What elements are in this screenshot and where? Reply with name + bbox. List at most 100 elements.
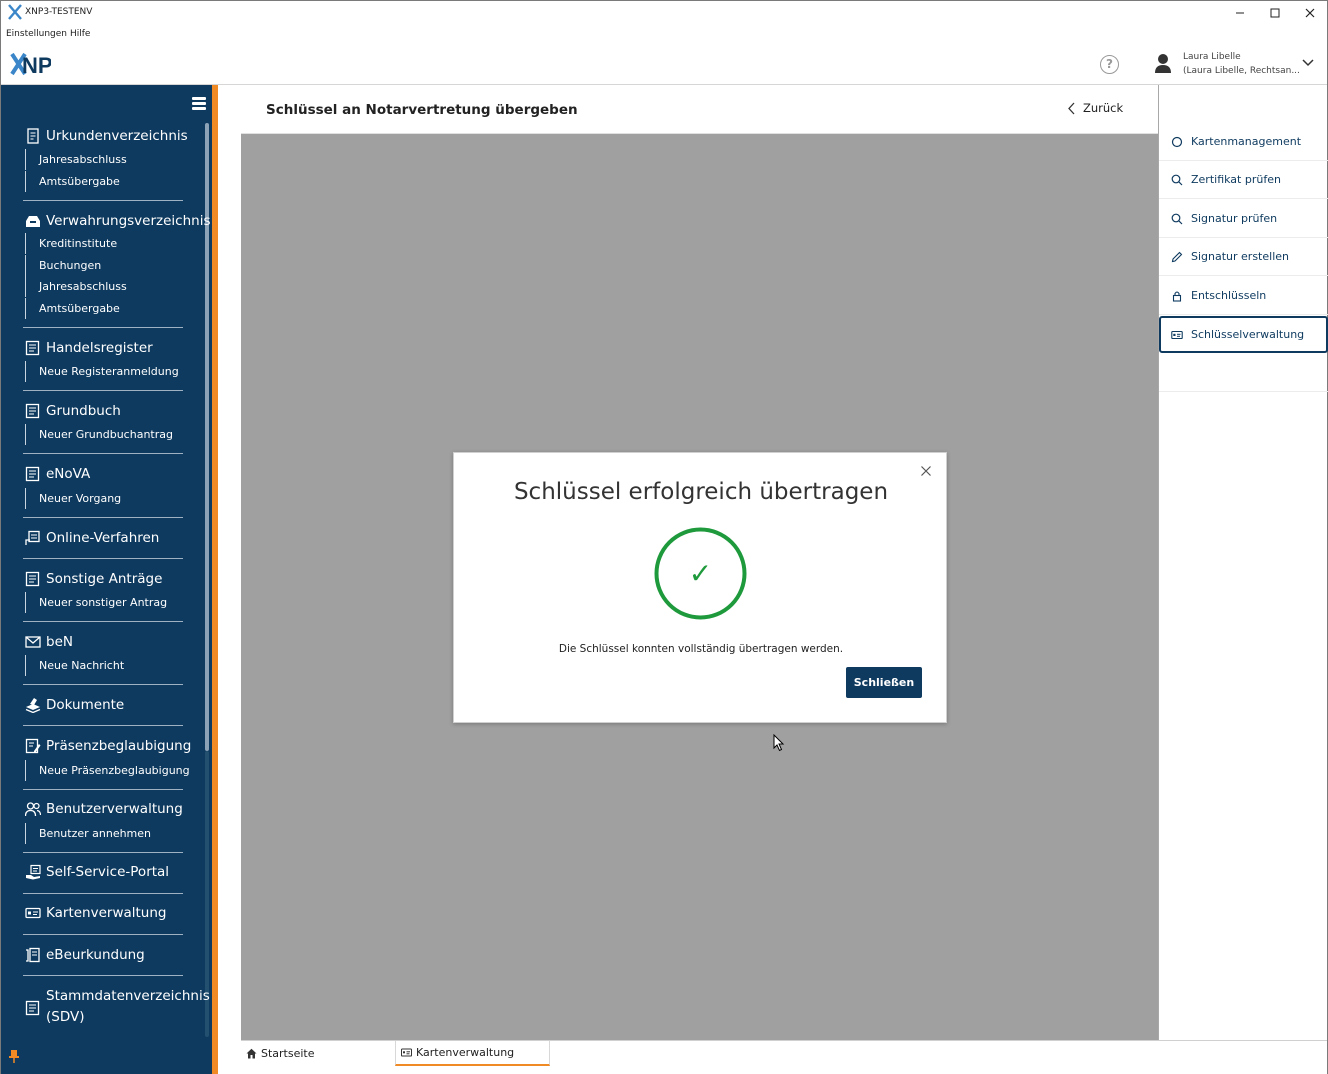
sidebar-divider	[23, 684, 183, 685]
user-name[interactable]: Laura Libelle	[1183, 52, 1241, 62]
back-button[interactable]: Zurück	[1067, 101, 1123, 115]
sidebar-item-label-line2[interactable]: (SDV)	[46, 1009, 85, 1025]
action-schluesselverwaltung[interactable]: Schlüsselverwaltung	[1159, 316, 1328, 353]
sidebar-item-label: Handelsregister	[46, 340, 153, 356]
sidebar-item-urkundenverzeichnis[interactable]: Urkundenverzeichnis	[25, 126, 188, 146]
sidebar-item-verwahrungsverzeichnis[interactable]: Verwahrungsverzeichnis	[25, 211, 211, 231]
sidebar-item-praesenzbeglaubigung[interactable]: Präsenzbeglaubigung	[25, 736, 191, 756]
tab-kartenverwaltung[interactable]: Kartenverwaltung	[395, 1041, 550, 1066]
sidebar-item-self-service-portal[interactable]: Self-Service-Portal	[25, 862, 169, 882]
sidebar-divider	[23, 200, 183, 201]
window-title: XNP3-TESTENV	[25, 7, 93, 17]
sidebar-item-kartenverwaltung[interactable]: Kartenverwaltung	[25, 903, 166, 923]
sidebar-item-grundbuch[interactable]: Grundbuch	[25, 401, 121, 421]
check-glyph: ✓	[689, 557, 712, 590]
action-entschluesseln[interactable]: Entschlüsseln	[1159, 277, 1328, 315]
sidebar-item-label: Grundbuch	[46, 403, 121, 419]
action-signatur-pruefen[interactable]: Signatur prüfen	[1159, 200, 1328, 238]
action-label: Signatur erstellen	[1191, 250, 1289, 263]
menu-help[interactable]: Hilfe	[70, 29, 90, 39]
mouse-cursor-icon	[773, 734, 785, 752]
sidebar-item-ben[interactable]: beN	[25, 632, 73, 652]
sidebar-item-handelsregister[interactable]: Handelsregister	[25, 338, 153, 358]
edit-document-icon	[25, 738, 41, 754]
app-logo-icon	[8, 4, 22, 20]
sidebar-divider	[23, 327, 183, 328]
menu-settings[interactable]: Einstellungen	[6, 29, 67, 39]
sidebar-divider	[23, 517, 183, 518]
sidebar-subitem-neue-praesenzbeglaubigung[interactable]: Neue Präsenzbeglaubigung	[25, 760, 190, 781]
action-label: Zertifikat prüfen	[1191, 173, 1281, 186]
register-icon	[25, 571, 40, 587]
pen-icon	[1171, 251, 1183, 262]
register-icon	[25, 1000, 40, 1016]
sidebar-item-sonstige-antraege[interactable]: Sonstige Anträge	[25, 569, 162, 589]
sidebar-item-label[interactable]: Stammdatenverzeichnis	[46, 988, 210, 1004]
right-action-panel: Kartenmanagement Zertifikat prüfen Signa…	[1158, 85, 1328, 1040]
action-signatur-erstellen[interactable]: Signatur erstellen	[1159, 238, 1328, 276]
action-label: Kartenmanagement	[1191, 135, 1302, 148]
sidebar-item-label: eNoVA	[46, 466, 91, 482]
action-kartenmanagement[interactable]: Kartenmanagement	[1159, 123, 1328, 161]
tab-startseite[interactable]: Startseite	[241, 1041, 395, 1066]
inbox-icon	[26, 216, 40, 227]
sidebar-subitem-benutzer-annehmen[interactable]: Benutzer annehmen	[25, 823, 151, 844]
sidebar-subitem-buchungen[interactable]: Buchungen	[25, 255, 101, 276]
sidebar-subitem-neuer-grundbuchantrag[interactable]: Neuer Grundbuchantrag	[25, 424, 173, 445]
action-zertifikat-pruefen[interactable]: Zertifikat prüfen	[1159, 161, 1328, 199]
success-dialog: Schlüssel erfolgreich übertragen ✓ Die S…	[453, 452, 947, 723]
sidebar-item-enova[interactable]: eNoVA	[25, 464, 90, 484]
register-icon	[25, 340, 40, 356]
sidebar-subitem-neue-nachricht[interactable]: Neue Nachricht	[25, 655, 124, 676]
sidebar-divider	[23, 453, 183, 454]
search-icon	[1171, 174, 1183, 185]
sidebar-subitem-jahresabschluss[interactable]: Jahresabschluss	[25, 149, 127, 170]
close-window-button[interactable]	[1293, 1, 1327, 25]
chevron-down-icon[interactable]	[1301, 57, 1315, 69]
sidebar-subitem-neuer-sonstiger-antrag[interactable]: Neuer sonstiger Antrag	[25, 592, 167, 613]
sidebar-subitem-amtsuebergabe[interactable]: Amtsübergabe	[25, 171, 120, 192]
sidebar-divider	[23, 852, 183, 853]
sidebar-item-dokumente[interactable]: Dokumente	[25, 695, 124, 715]
help-icon[interactable]: ?	[1100, 55, 1119, 74]
chevron-left-icon	[1068, 102, 1075, 114]
search-icon	[1171, 213, 1183, 224]
sidebar-item-label: Urkundenverzeichnis	[46, 128, 188, 144]
sidebar-item-label: Sonstige Anträge	[46, 571, 163, 587]
sidebar-subitem-neue-registeranmeldung[interactable]: Neue Registeranmeldung	[25, 361, 179, 382]
register-icon	[25, 403, 40, 419]
minimize-button[interactable]	[1223, 1, 1257, 25]
sidebar-subitem-neuer-vorgang[interactable]: Neuer Vorgang	[25, 488, 121, 509]
action-label: Schlüsselverwaltung	[1191, 328, 1305, 341]
sidebar-divider	[23, 893, 183, 894]
menu-toggle-icon[interactable]	[192, 97, 206, 110]
card-icon	[401, 1048, 412, 1057]
sidebar-item-stammdatenverzeichnis[interactable]	[25, 998, 46, 1018]
sidebar-item-label: beN	[46, 634, 73, 650]
home-icon	[246, 1048, 257, 1059]
tab-label: Kartenverwaltung	[416, 1046, 515, 1059]
register-icon	[25, 466, 40, 482]
page-header: Schlüssel an Notarvertretung übergeben Z…	[241, 85, 1158, 134]
sidebar-item-label: eBeurkundung	[46, 947, 145, 963]
mail-icon	[25, 636, 41, 648]
xnp-logo-icon[interactable]: NP	[9, 51, 51, 77]
close-icon[interactable]	[920, 465, 932, 477]
lock-icon	[1172, 290, 1182, 302]
close-dialog-button[interactable]: Schließen	[846, 667, 922, 698]
document-icon	[27, 128, 39, 144]
sidebar-item-benutzerverwaltung[interactable]: Benutzerverwaltung	[25, 799, 183, 819]
maximize-button[interactable]	[1258, 1, 1292, 25]
maximize-icon	[1270, 8, 1280, 18]
card-icon	[1171, 330, 1183, 339]
sidebar-subitem-jahresabschluss[interactable]: Jahresabschluss	[25, 276, 127, 297]
content-gutter	[218, 85, 241, 1074]
sidebar-subitem-amtsuebergabe[interactable]: Amtsübergabe	[25, 298, 120, 319]
sidebar-item-online-verfahren[interactable]: Online-Verfahren	[25, 528, 159, 548]
user-avatar-icon	[1155, 54, 1171, 73]
app-header: NP ? Laura Libelle (Laura Libelle, Recht…	[1, 43, 1327, 85]
sidebar-subitem-kreditinstitute[interactable]: Kreditinstitute	[25, 233, 117, 254]
user-role[interactable]: (Laura Libelle, Rechtsan...	[1183, 66, 1300, 76]
sidebar-item-ebeurkundung[interactable]: eBeurkundung	[25, 945, 145, 965]
pin-icon[interactable]	[8, 1049, 20, 1063]
